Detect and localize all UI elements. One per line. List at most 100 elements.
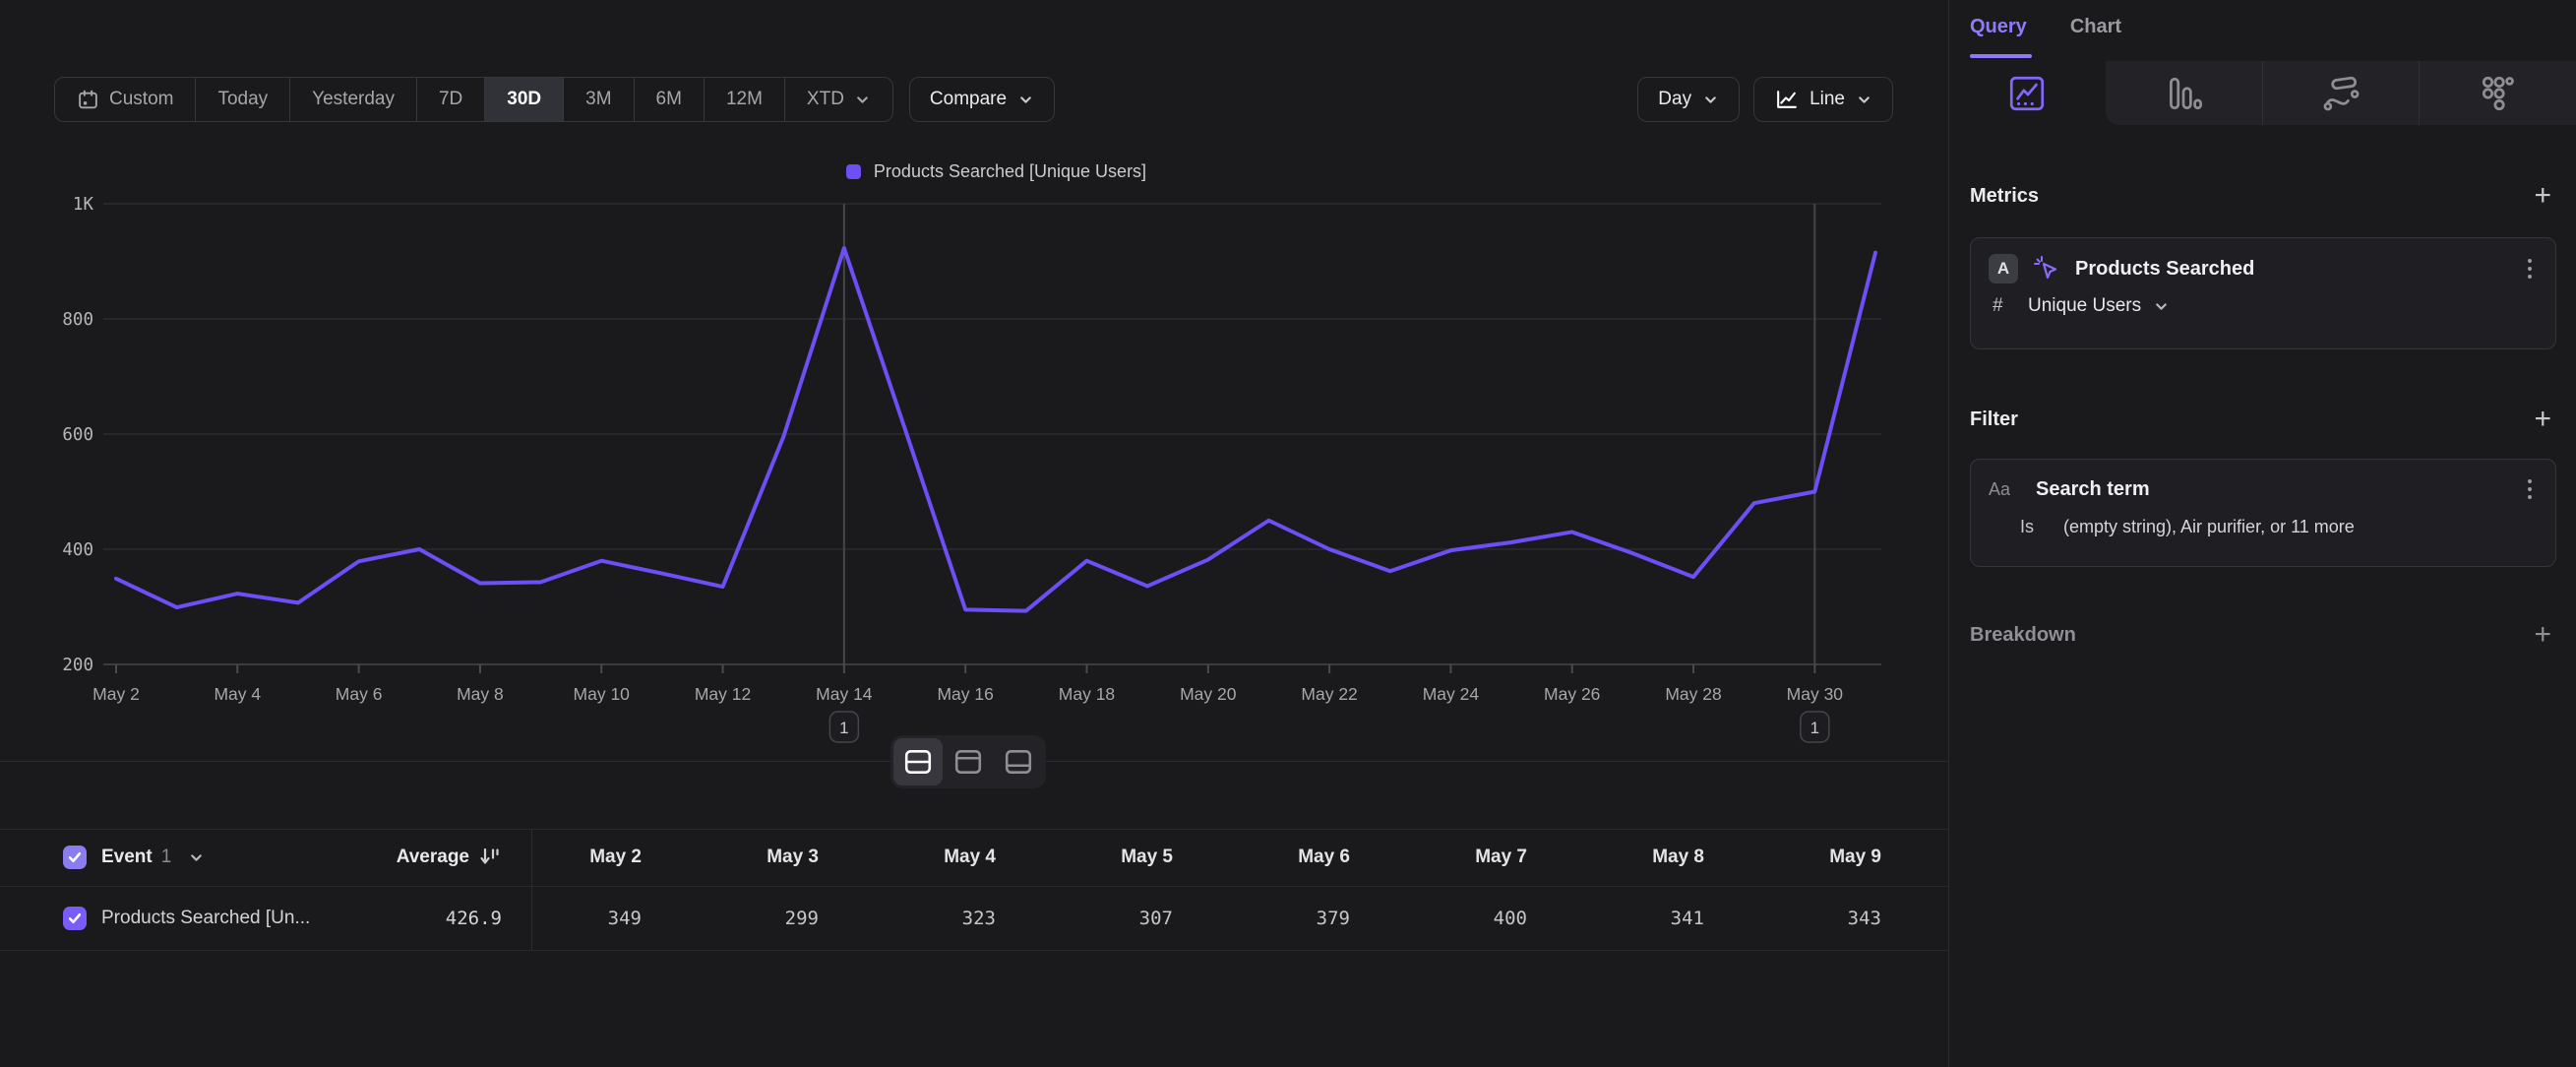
table-cell: 349 <box>531 887 708 950</box>
table-column-divider <box>531 829 532 951</box>
table-column-header[interactable]: May 4 <box>886 830 1063 885</box>
table-column-header[interactable]: May 5 <box>1063 830 1240 885</box>
y-axis-label: 200 <box>62 656 93 675</box>
range-button-3m[interactable]: 3M <box>563 78 633 121</box>
cell-value: 323 <box>962 908 996 929</box>
select-all-checkbox[interactable] <box>63 846 87 869</box>
compare-button[interactable]: Compare <box>909 77 1055 122</box>
chevron-down-icon <box>1702 92 1719 108</box>
range-button-7d[interactable]: 7D <box>416 78 484 121</box>
annotation-count: 1 <box>839 719 848 737</box>
chevron-down-icon <box>1017 92 1034 108</box>
range-button-xtd[interactable]: XTD <box>784 78 892 121</box>
chart-type-tab-retention[interactable] <box>2419 61 2576 125</box>
range-button-30d[interactable]: 30D <box>484 78 563 121</box>
column-date-label: May 7 <box>1475 847 1527 868</box>
add-metric-button[interactable]: + <box>2530 181 2555 211</box>
split-view-bottom-button[interactable] <box>994 738 1043 785</box>
table-column-header[interactable]: May 6 <box>1240 830 1417 885</box>
granularity-button[interactable]: Day <box>1637 77 1740 122</box>
split-view-even-icon <box>903 749 933 775</box>
split-view-even-button[interactable] <box>893 738 943 785</box>
metric-options-kebab-icon[interactable] <box>2522 255 2538 282</box>
range-button-yesterday[interactable]: Yesterday <box>289 78 416 121</box>
range-button-12m[interactable]: 12M <box>704 78 784 121</box>
date-range-group: CustomToday Yesterday 7D 30D 3M6M12M XTD <box>54 77 893 122</box>
chart-type-tab-flows[interactable] <box>2262 61 2420 125</box>
column-date-label: May 9 <box>1829 847 1881 868</box>
filter-card[interactable]: Aa Search term Is (empty string), Air pu… <box>1970 459 2556 567</box>
breakdown-title: Breakdown <box>1970 624 2076 647</box>
retention-icon <box>2478 73 2519 114</box>
filter-condition-row[interactable]: Is (empty string), Air purifier, or 11 m… <box>1971 509 2555 557</box>
panel-tabs: Query Chart <box>1970 0 2121 53</box>
row-checkbox[interactable] <box>63 907 87 930</box>
insights-line-icon <box>2006 73 2048 114</box>
x-axis-label: May 4 <box>214 684 261 704</box>
range-button-custom[interactable]: Custom <box>55 78 195 121</box>
filter-value: (empty string), Air purifier, or 11 more <box>2063 517 2355 537</box>
line-chart[interactable]: 2004006008001KMay 2May 4May 6May 8May 10… <box>39 192 1889 753</box>
chart-type-label: Line <box>1809 89 1845 110</box>
table-column-header[interactable]: May 9 <box>1771 830 1948 885</box>
event-column-label: Event <box>101 847 153 868</box>
filter-options-kebab-icon[interactable] <box>2522 475 2538 503</box>
add-breakdown-button[interactable]: + <box>2530 620 2555 650</box>
table-header-row: Event 1 Average May 2May 3May 4May 5May … <box>0 830 1948 885</box>
y-axis-label: 1K <box>73 195 94 215</box>
x-axis-label: May 28 <box>1665 684 1721 704</box>
x-axis-label: May 8 <box>457 684 504 704</box>
range-button-6m[interactable]: 6M <box>634 78 704 121</box>
metric-card[interactable]: A Products Searched # Unique Users <box>1970 237 2556 349</box>
chart-type-button[interactable]: Line <box>1753 77 1893 122</box>
chart-legend: Products Searched [Unique Users] <box>103 161 1889 182</box>
range-label: Yesterday <box>312 89 395 110</box>
active-tab-underline <box>1970 54 2032 58</box>
property-type-badge: Aa <box>1989 479 2022 500</box>
x-axis-label: May 10 <box>574 684 631 704</box>
table-row[interactable]: Products Searched [Un... 426.9 349299323… <box>0 886 1948 951</box>
average-header-cell[interactable]: Average <box>397 830 502 885</box>
layout-toggle-group <box>890 735 1046 788</box>
x-axis-label: May 2 <box>92 684 140 704</box>
chart-type-tab-bar[interactable] <box>2106 61 2262 125</box>
x-axis-label: May 26 <box>1544 684 1600 704</box>
granularity-label: Day <box>1658 89 1691 110</box>
annotation-count: 1 <box>1810 719 1819 737</box>
date-value-columns: 349299323307379400341343 <box>531 887 1948 950</box>
table-column-header[interactable]: May 3 <box>708 830 886 885</box>
table-cell: 341 <box>1594 887 1771 950</box>
split-view-top-icon <box>953 749 983 775</box>
event-count: 1 <box>161 847 172 868</box>
cell-value: 400 <box>1494 908 1527 929</box>
chevron-down-icon <box>854 92 871 108</box>
tab-chart[interactable]: Chart <box>2070 16 2121 38</box>
column-date-label: May 4 <box>944 847 996 868</box>
table-column-header[interactable]: May 8 <box>1594 830 1771 885</box>
query-panel: Query Chart Metrics + A Products Searche… <box>1948 0 2576 1067</box>
x-axis-label: May 14 <box>816 684 873 704</box>
tab-query[interactable]: Query <box>1970 16 2027 38</box>
range-label: XTD <box>807 89 844 110</box>
x-axis-label: May 6 <box>336 684 383 704</box>
table-cell: 343 <box>1771 887 1948 950</box>
chart-toolbar: CustomToday Yesterday 7D 30D 3M6M12M XTD Comp… <box>0 77 1948 122</box>
average-value: 426.9 <box>446 908 502 929</box>
range-button-today[interactable]: Today <box>195 78 289 121</box>
legend-label: Products Searched [Unique Users] <box>874 161 1146 182</box>
chart-type-tab-insights-line[interactable] <box>1949 61 2106 125</box>
analytics-app: CustomToday Yesterday 7D 30D 3M6M12M XTD Comp… <box>0 0 2576 1067</box>
chevron-down-icon <box>2153 298 2170 315</box>
range-label: 30D <box>507 89 541 110</box>
chart-type-strip <box>1949 61 2576 125</box>
metric-aggregation-row[interactable]: # Unique Users <box>1971 289 2555 335</box>
breakdown-section-header: Breakdown + <box>1970 620 2555 650</box>
sort-descending-icon[interactable] <box>478 846 502 869</box>
table-column-header[interactable]: May 2 <box>531 830 708 885</box>
series-line-products-searched[interactable] <box>116 248 1875 611</box>
add-filter-button[interactable]: + <box>2530 405 2555 434</box>
table-column-header[interactable]: May 7 <box>1417 830 1594 885</box>
chevron-down-icon[interactable] <box>188 849 205 866</box>
main-area: CustomToday Yesterday 7D 30D 3M6M12M XTD Comp… <box>0 0 1948 1067</box>
split-view-top-button[interactable] <box>944 738 993 785</box>
